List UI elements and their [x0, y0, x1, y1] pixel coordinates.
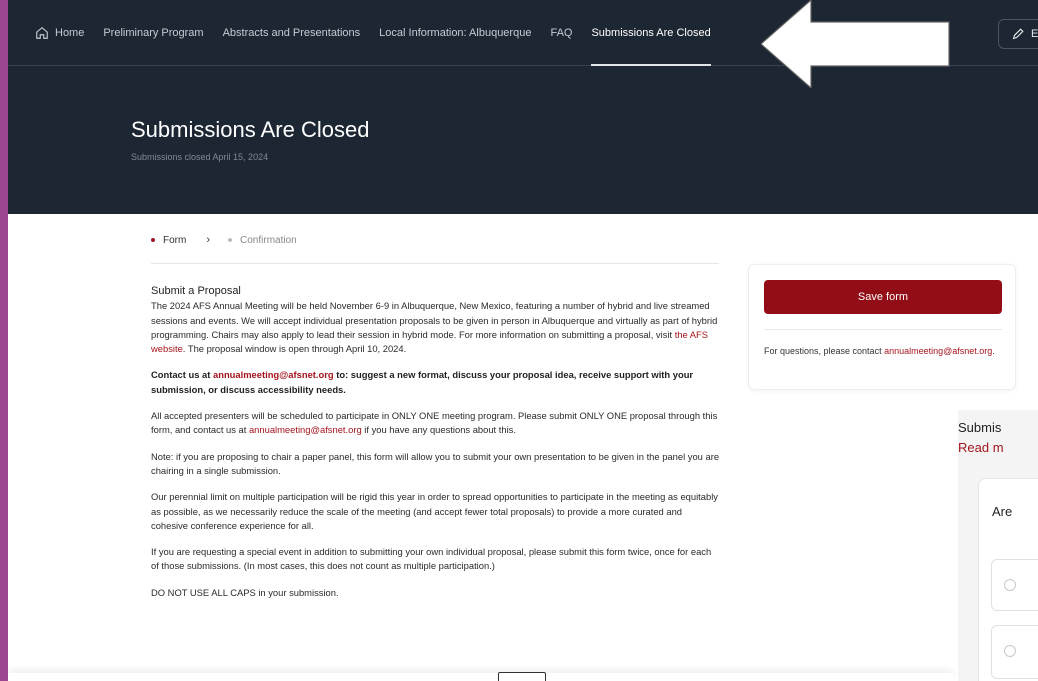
browser-frame: Home Preliminary Program Abstracts and P…: [8, 0, 1038, 681]
text: if you have any questions about this.: [361, 424, 516, 436]
chevron-right-icon: ›: [206, 234, 211, 246]
right-panel: Submis Read m Are: [958, 410, 1038, 681]
nav-label: Submissions Are Closed: [591, 27, 711, 39]
nav-item-preliminary-program[interactable]: Preliminary Program: [103, 0, 203, 66]
email-link[interactable]: annualmeeting@afsnet.org: [884, 346, 992, 356]
page-subtitle: Submissions closed April 15, 2024: [131, 152, 269, 162]
bottom-action-bar: [8, 673, 953, 681]
pencil-icon: [1012, 28, 1024, 40]
edit-button[interactable]: E: [998, 19, 1038, 49]
email-link[interactable]: annualmeeting@afsnet.org: [213, 369, 334, 380]
question-card: Are: [978, 478, 1038, 681]
content-area: Form › Confirmation Submit a Proposal Th…: [8, 214, 1038, 681]
nav-item-faq[interactable]: FAQ: [550, 0, 572, 66]
divider: [151, 263, 719, 264]
bottom-tab-handle[interactable]: [498, 672, 546, 681]
section-heading: Submit a Proposal: [151, 285, 241, 297]
paragraph-contact: Contact us at annualmeeting@afsnet.org t…: [151, 368, 721, 397]
email-link[interactable]: annualmeeting@afsnet.org: [249, 424, 362, 435]
paragraph-caps: DO NOT USE ALL CAPS in your submission.: [151, 586, 339, 598]
paragraph-special-event: If you are requesting a special event in…: [151, 546, 712, 572]
paragraph-intro: The 2024 AFS Annual Meeting will be held…: [151, 299, 721, 356]
nav-item-submissions-closed[interactable]: Submissions Are Closed: [591, 0, 711, 66]
panel-title: Submis: [958, 420, 1002, 435]
divider: [764, 329, 1002, 330]
edit-button-label: E: [1031, 28, 1038, 40]
nav-item-home[interactable]: Home: [35, 0, 84, 66]
text: Contact us at: [151, 369, 213, 381]
radio-button[interactable]: [1004, 645, 1016, 657]
radio-button[interactable]: [1004, 579, 1016, 591]
left-arrow-annotation: [761, 0, 950, 88]
text: The 2024 AFS Annual Meeting will be held…: [151, 300, 718, 340]
current-step-dot: [151, 238, 155, 242]
nav-menu: Home Preliminary Program Abstracts and P…: [35, 0, 730, 66]
question-label: Are: [992, 504, 1013, 519]
save-form-button[interactable]: Save form: [764, 280, 1002, 314]
nav-label: Abstracts and Presentations: [222, 27, 361, 39]
nav-item-abstracts[interactable]: Abstracts and Presentations: [223, 0, 361, 66]
nav-label: FAQ: [550, 27, 573, 39]
text: . The proposal window is open through Ap…: [182, 343, 407, 355]
paragraph-one-program: All accepted presenters will be schedule…: [151, 409, 721, 438]
step-form[interactable]: Form: [163, 235, 186, 246]
nav-label: Preliminary Program: [103, 27, 204, 39]
paragraph-limit: Our perennial limit on multiple particip…: [151, 491, 718, 531]
nav-label-home: Home: [55, 27, 85, 39]
radio-option[interactable]: [991, 559, 1038, 611]
step-indicator: Form › Confirmation: [151, 234, 297, 246]
page-hero: Submissions Are Closed Submissions close…: [8, 66, 1038, 214]
proposal-description: Submit a Proposal The 2024 AFS Annual Me…: [151, 284, 721, 612]
contact-text: For questions, please contact annualmeet…: [764, 345, 1002, 357]
save-card: Save form For questions, please contact …: [748, 264, 1016, 390]
step-confirmation: Confirmation: [240, 234, 297, 246]
next-step-dot: [228, 238, 233, 242]
text: .: [992, 346, 995, 356]
paragraph-note: Note: if you are proposing to chair a pa…: [151, 450, 720, 476]
text: For questions, please contact: [764, 346, 885, 356]
radio-option[interactable]: [991, 625, 1038, 679]
nav-item-local-information[interactable]: Local Information: Albuquerque: [379, 0, 531, 66]
page-title: Submissions Are Closed: [131, 117, 370, 142]
home-icon: [36, 27, 48, 39]
read-more-link[interactable]: Read m: [958, 440, 1004, 455]
nav-label: Local Information: Albuquerque: [379, 27, 532, 39]
